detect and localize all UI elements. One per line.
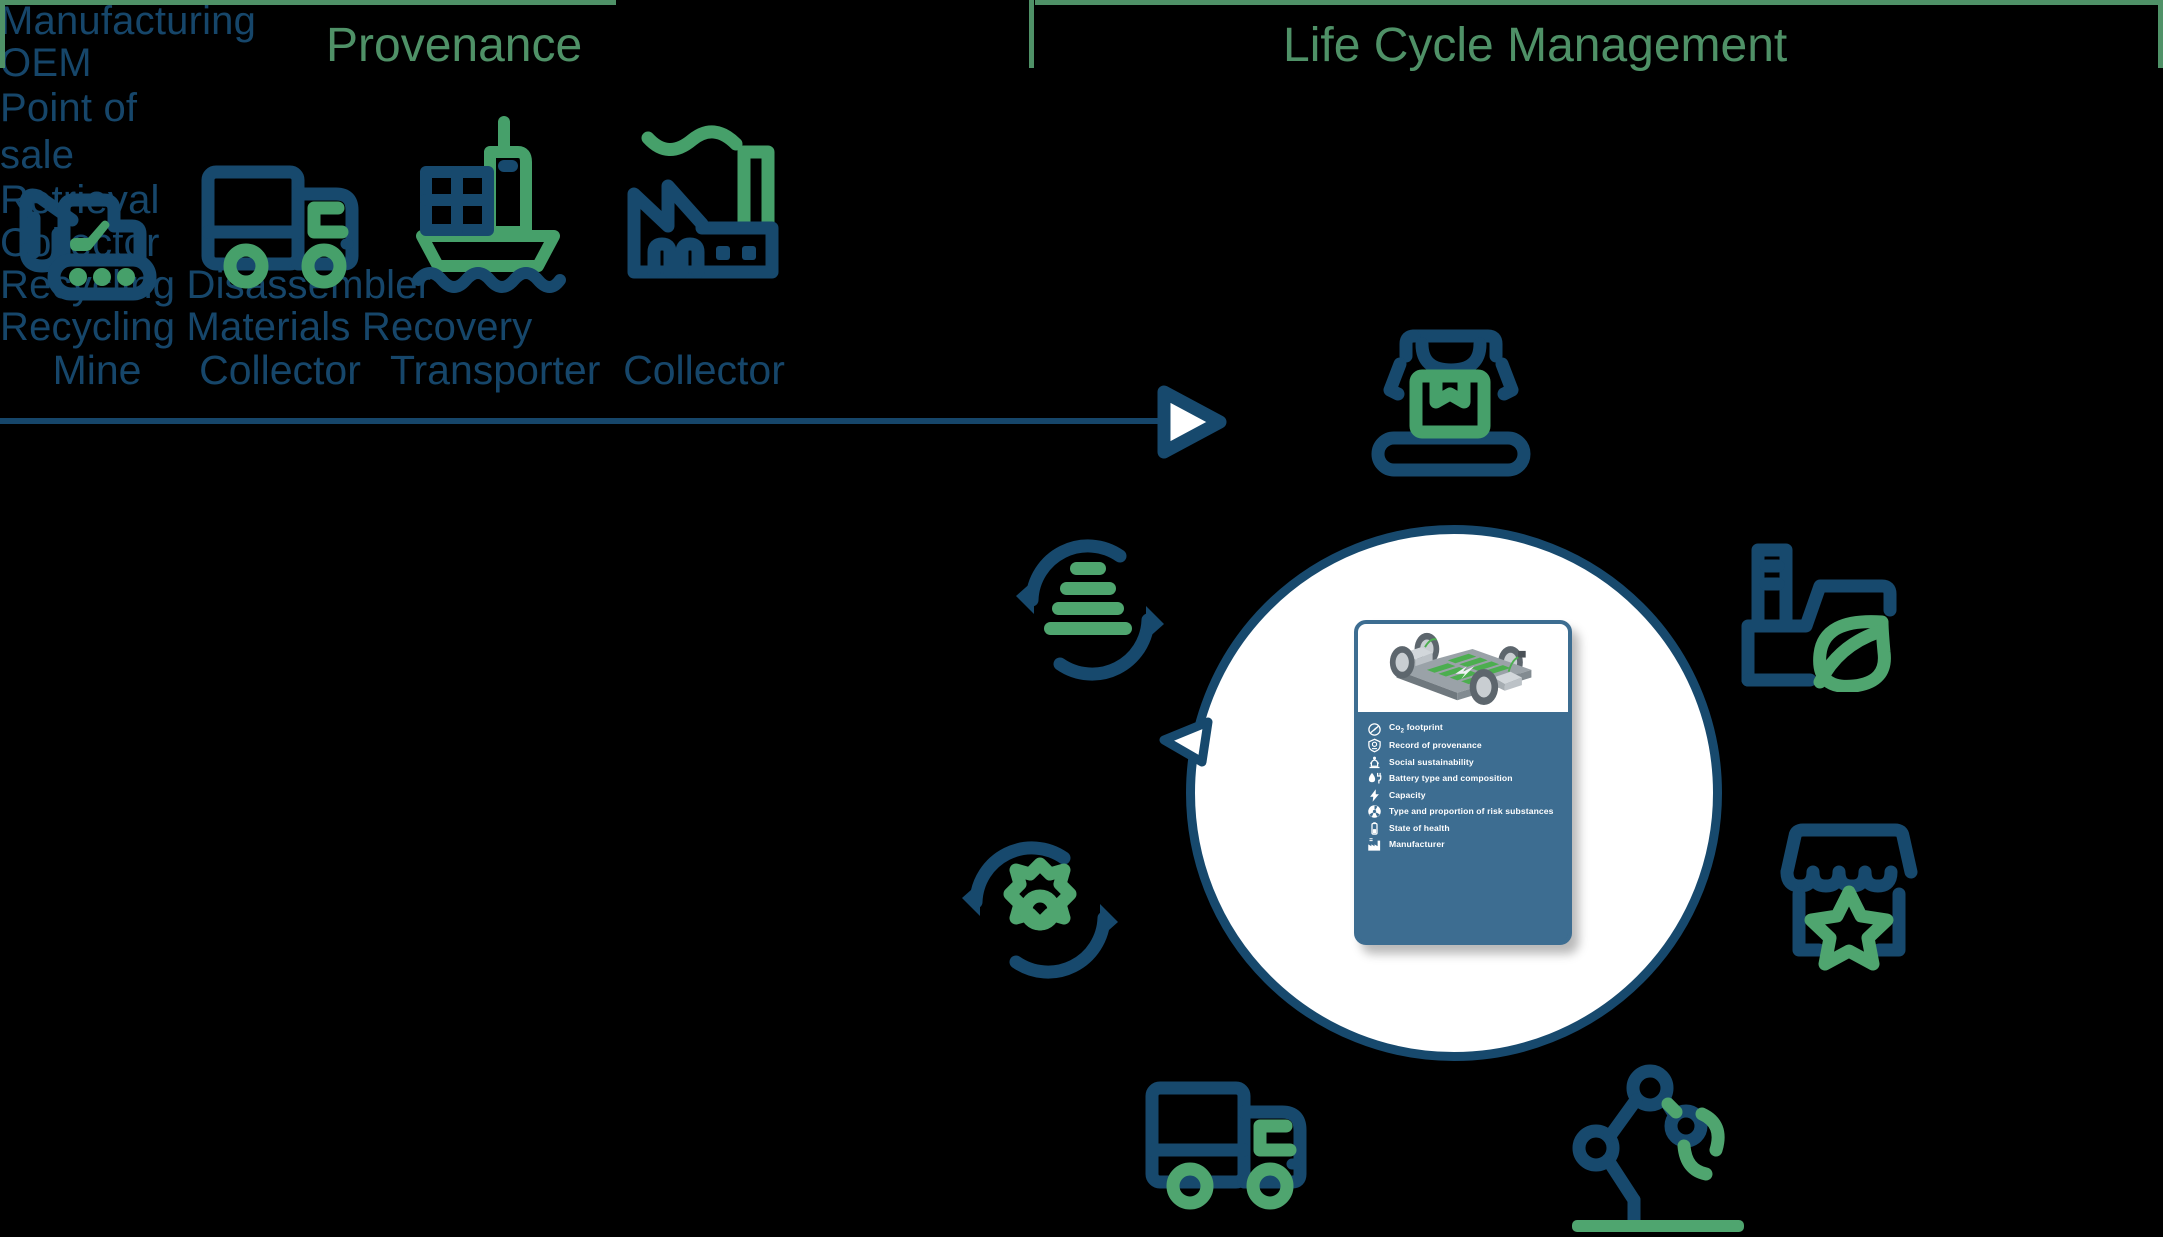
passport-item-manufacturer: Manufacturer xyxy=(1358,837,1568,854)
icon-factory-provenance xyxy=(620,108,790,298)
stage-label-recycling-materials-recovery: Recycling Materials Recovery xyxy=(0,305,533,350)
icon-robot-arm xyxy=(1572,1060,1747,1232)
passport-item-record-of-provenance: Record of provenance xyxy=(1358,738,1568,755)
cycle-direction-arrow-icon xyxy=(1158,700,1228,770)
provenance-label-transporter: Transporter xyxy=(390,347,601,393)
passport-item-co2-footprint: Co2 footprint xyxy=(1358,721,1568,738)
passport-item-social-sustainability: Social sustainability xyxy=(1358,754,1568,771)
diagram-canvas: Provenance Life Cycle Management Mine Co… xyxy=(0,0,2163,1232)
icon-recycle-gear xyxy=(960,830,1120,990)
battery-composition-icon xyxy=(1367,771,1382,786)
provenance-flow-line xyxy=(0,418,1160,424)
passport-item-label: State of health xyxy=(1389,822,1450,833)
lightning-bolt-icon xyxy=(1367,788,1382,803)
icon-excavator xyxy=(8,148,168,308)
battery-passport-card[interactable]: Co2 footprint Record of provenance Socia… xyxy=(1354,620,1572,945)
stage-label-oem: OEM xyxy=(0,41,92,86)
provenance-bracket-left xyxy=(0,0,5,68)
provenance-label-collector-1: Collector xyxy=(199,347,361,393)
passport-item-label: Record of provenance xyxy=(1389,740,1482,751)
icon-factory-leaf xyxy=(1740,540,1920,693)
ev-chassis-illustration xyxy=(1389,632,1532,706)
hazard-icon xyxy=(1367,804,1382,819)
provenance-label-mine: Mine xyxy=(52,347,142,393)
lifecycle-bracket-top xyxy=(1035,0,2163,5)
passport-item-label: Type and proportion of risk substances xyxy=(1389,806,1554,817)
icon-cargo-ship xyxy=(408,110,568,300)
passport-item-label: Battery type and composition xyxy=(1389,773,1513,784)
ev-chassis-image xyxy=(1358,624,1568,712)
battery-health-icon xyxy=(1367,821,1382,836)
passport-item-label: Manufacturer xyxy=(1389,839,1445,850)
icon-truck-provenance xyxy=(196,150,366,300)
lifecycle-section-title: Life Cycle Management xyxy=(1283,19,1788,72)
manufacturer-factory-icon xyxy=(1367,837,1382,852)
flow-arrow-right-icon xyxy=(1150,384,1230,460)
provenance-section-title: Provenance xyxy=(326,19,583,72)
passport-item-label: Capacity xyxy=(1389,789,1426,800)
lifecycle-bracket-right xyxy=(2158,0,2163,68)
passport-item-risk-substances: Type and proportion of risk substances xyxy=(1358,804,1568,821)
stage-label-manufacturing: Manufacturing xyxy=(0,0,257,43)
icon-truck-collector xyxy=(1140,1068,1315,1220)
provenance-bracket-top xyxy=(0,0,616,5)
icon-recycle-stack xyxy=(1010,530,1170,690)
shield-provenance-icon xyxy=(1367,738,1382,753)
icon-storefront-star xyxy=(1775,822,1923,972)
passport-item-label: Social sustainability xyxy=(1389,756,1474,767)
passport-attribute-list: Co2 footprint Record of provenance Socia… xyxy=(1358,712,1568,863)
icon-robot-gripper-conveyor xyxy=(1370,318,1532,480)
social-sustainability-icon xyxy=(1367,755,1382,770)
passport-item-label: Co2 footprint xyxy=(1389,722,1443,736)
co2-footprint-icon xyxy=(1367,722,1382,737)
provenance-bracket-right xyxy=(1029,0,1034,68)
passport-item-state-of-health: State of health xyxy=(1358,820,1568,837)
passport-item-battery-type: Battery type and composition xyxy=(1358,771,1568,788)
provenance-label-collector-2: Collector xyxy=(623,347,785,393)
passport-item-capacity: Capacity xyxy=(1358,787,1568,804)
